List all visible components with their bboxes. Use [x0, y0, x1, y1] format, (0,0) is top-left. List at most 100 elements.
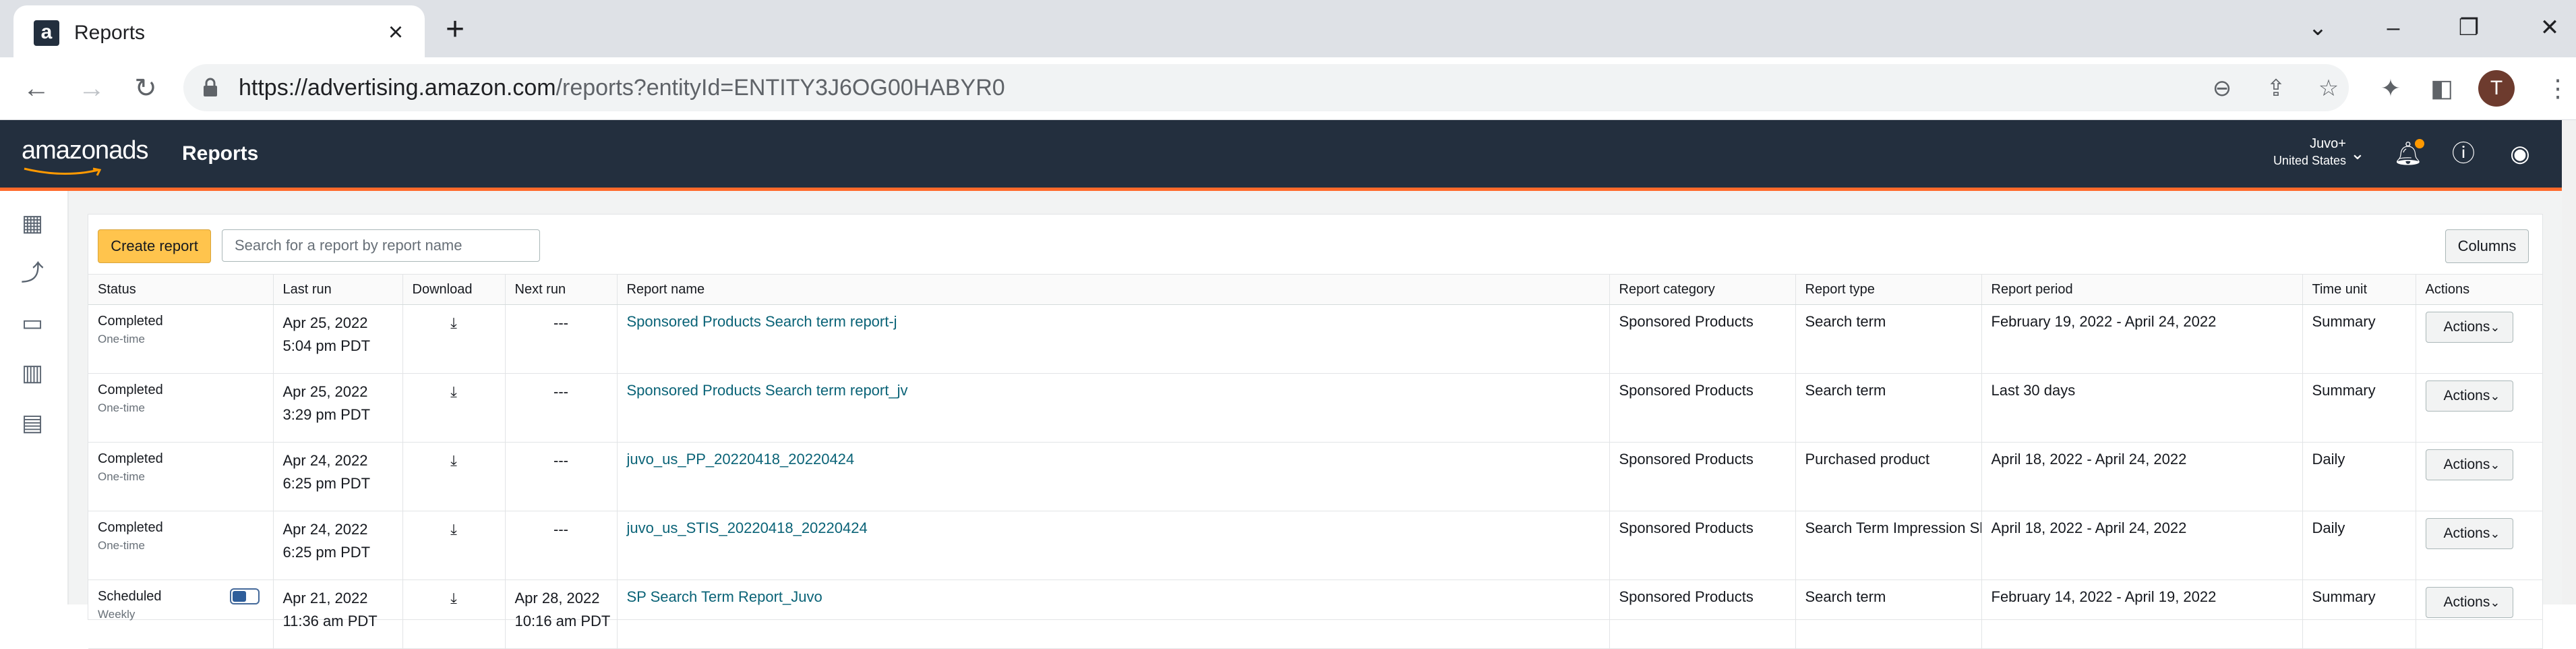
frequency-text: Weekly — [98, 608, 136, 621]
time-unit-cell: Summary — [2302, 304, 2416, 374]
browser-menu-icon[interactable]: ⋮ — [2540, 71, 2575, 106]
actions-button[interactable]: Actions ⌄ — [2425, 312, 2513, 343]
column-header-last-run[interactable]: Last run — [273, 274, 403, 305]
new-tab-icon[interactable]: + — [438, 13, 472, 47]
account-switcher[interactable]: Juvo+ United States — [2265, 135, 2346, 169]
download-cell: ⤓ — [402, 442, 506, 511]
column-header-report-name[interactable]: Report name — [617, 274, 1610, 305]
dashboard-icon[interactable]: ▦ — [18, 208, 47, 238]
amazon-ads-logo[interactable]: amazonads — [22, 136, 148, 165]
report-category-cell: Sponsored Products — [1609, 580, 1796, 649]
account-name: Juvo+ — [2310, 136, 2346, 151]
last-run-cell: Apr 24, 2022 6:25 pm PDT — [273, 442, 403, 511]
next-run-cell: --- — [505, 511, 618, 580]
status-cell: Completed One-time — [88, 511, 274, 580]
extensions-puzzle-icon[interactable]: ✦ — [2373, 71, 2408, 106]
bar-chart-icon[interactable]: ▥ — [18, 358, 47, 388]
download-icon[interactable]: ⤓ — [413, 449, 496, 470]
actions-label: Actions — [2443, 594, 2490, 610]
lock-icon — [204, 78, 217, 96]
report-category-cell: Sponsored Products — [1609, 304, 1796, 374]
chevron-down-icon: ⌄ — [2490, 458, 2500, 472]
tab-title: Reports — [74, 22, 146, 44]
column-header-next-run[interactable]: Next run — [505, 274, 618, 305]
time-unit-cell: Summary — [2302, 580, 2416, 649]
table-row: Completed One-time Apr 24, 2022 6:25 pm … — [88, 442, 2543, 511]
amazon-favicon-icon: a — [34, 20, 59, 46]
account-country: United States — [2273, 154, 2346, 167]
report-name-cell: Sponsored Products Search term report_jv — [617, 373, 1610, 443]
close-window-icon[interactable]: ✕ — [2529, 11, 2570, 45]
download-icon[interactable]: ⤓ — [413, 518, 496, 538]
report-period-cell: April 18, 2022 - April 24, 2022 — [1981, 511, 2303, 580]
page-scrollbar[interactable] — [2562, 120, 2576, 604]
last-run-cell: Apr 24, 2022 6:25 pm PDT — [273, 511, 403, 580]
column-header-status[interactable]: Status — [88, 274, 274, 305]
reload-icon[interactable]: ↻ — [128, 71, 163, 106]
forward-icon[interactable]: → — [74, 71, 109, 106]
chevron-down-icon[interactable]: ⌄ — [2350, 143, 2365, 164]
actions-button[interactable]: Actions ⌄ — [2425, 380, 2513, 412]
report-type-cell: Search term — [1795, 580, 1982, 649]
actions-label: Actions — [2443, 526, 2490, 541]
report-name-link[interactable]: Sponsored Products Search term report-j — [627, 313, 897, 330]
zoom-icon[interactable]: ⊖ — [2207, 74, 2237, 103]
share-icon[interactable]: ⇪ — [2261, 74, 2291, 103]
user-account-icon[interactable]: ◉ — [2505, 139, 2535, 169]
actions-button[interactable]: Actions ⌄ — [2425, 587, 2513, 618]
column-header-report-type[interactable]: Report type — [1795, 274, 1982, 305]
column-header-actions: Actions — [2416, 274, 2543, 305]
browser-tab[interactable]: a Reports × — [13, 5, 425, 57]
url-host: https://advertising.amazon.com — [239, 75, 556, 101]
report-name-cell: Sponsored Products Search term report-j — [617, 304, 1610, 374]
status-cell: Completed One-time — [88, 373, 274, 443]
report-name-cell: SP Search Term Report_Juvo — [617, 580, 1610, 649]
download-icon[interactable]: ⤓ — [413, 312, 496, 332]
tab-close-icon[interactable]: × — [381, 18, 411, 47]
schedule-toggle[interactable] — [230, 588, 260, 604]
last-run-date: Apr 25, 2022 — [282, 314, 368, 331]
back-icon[interactable]: ← — [19, 71, 54, 106]
actions-button[interactable]: Actions ⌄ — [2425, 518, 2513, 549]
url-text[interactable]: https://advertising.amazon.com/reports?e… — [239, 74, 1005, 102]
restore-icon[interactable]: ❐ — [2449, 11, 2489, 45]
side-panel-icon[interactable]: ◧ — [2424, 71, 2459, 106]
download-icon[interactable]: ⤓ — [413, 380, 496, 401]
bookmark-star-icon[interactable]: ☆ — [2314, 74, 2343, 103]
chevron-down-icon: ⌄ — [2490, 527, 2500, 540]
page-title: Reports — [182, 142, 259, 165]
report-name-link[interactable]: Sponsored Products Search term report_jv — [627, 382, 908, 399]
frequency-text: One-time — [98, 539, 145, 552]
table-row: Completed One-time Apr 25, 2022 3:29 pm … — [88, 373, 2543, 443]
next-run-text: --- — [553, 521, 568, 538]
create-report-button[interactable]: Create report — [98, 229, 211, 263]
report-name-link[interactable]: juvo_us_STIS_20220418_20220424 — [627, 519, 868, 536]
help-icon[interactable]: ⓘ — [2449, 139, 2478, 169]
report-search-input[interactable] — [222, 229, 540, 262]
status-text: Completed — [98, 383, 163, 397]
last-run-time: 5:04 pm PDT — [282, 337, 371, 354]
report-name-link[interactable]: juvo_us_PP_20220418_20220424 — [627, 451, 855, 468]
billing-card-icon[interactable]: ▭ — [18, 308, 47, 338]
reports-table: Status Last run Download Next run Report… — [88, 274, 2543, 649]
report-category-cell: Sponsored Products — [1609, 373, 1796, 443]
media-library-icon[interactable]: ▤ — [18, 408, 47, 438]
report-name-link[interactable]: SP Search Term Report_Juvo — [627, 588, 822, 605]
tab-search-chevron-icon[interactable]: ⌄ — [2298, 11, 2338, 45]
column-header-report-category[interactable]: Report category — [1609, 274, 1796, 305]
next-run-time: 10:16 am PDT — [514, 613, 611, 629]
column-header-report-period[interactable]: Report period — [1981, 274, 2303, 305]
column-header-time-unit[interactable]: Time unit — [2302, 274, 2416, 305]
frequency-text: One-time — [98, 333, 145, 345]
next-run-cell: --- — [505, 373, 618, 443]
profile-avatar[interactable]: T — [2478, 70, 2515, 107]
address-bar[interactable]: https://advertising.amazon.com/reports?e… — [183, 64, 2349, 111]
report-period-cell: February 19, 2022 - April 24, 2022 — [1981, 304, 2303, 374]
chevron-down-icon: ⌄ — [2490, 596, 2500, 609]
report-period-cell: Last 30 days — [1981, 373, 2303, 443]
actions-button[interactable]: Actions ⌄ — [2425, 449, 2513, 480]
app-header: amazonads Reports Juvo+ United States ⌄ … — [0, 120, 2562, 188]
trend-chart-icon[interactable]: ⤴ — [18, 258, 47, 288]
minimize-icon[interactable]: – — [2373, 11, 2414, 45]
columns-button[interactable]: Columns — [2445, 229, 2529, 263]
